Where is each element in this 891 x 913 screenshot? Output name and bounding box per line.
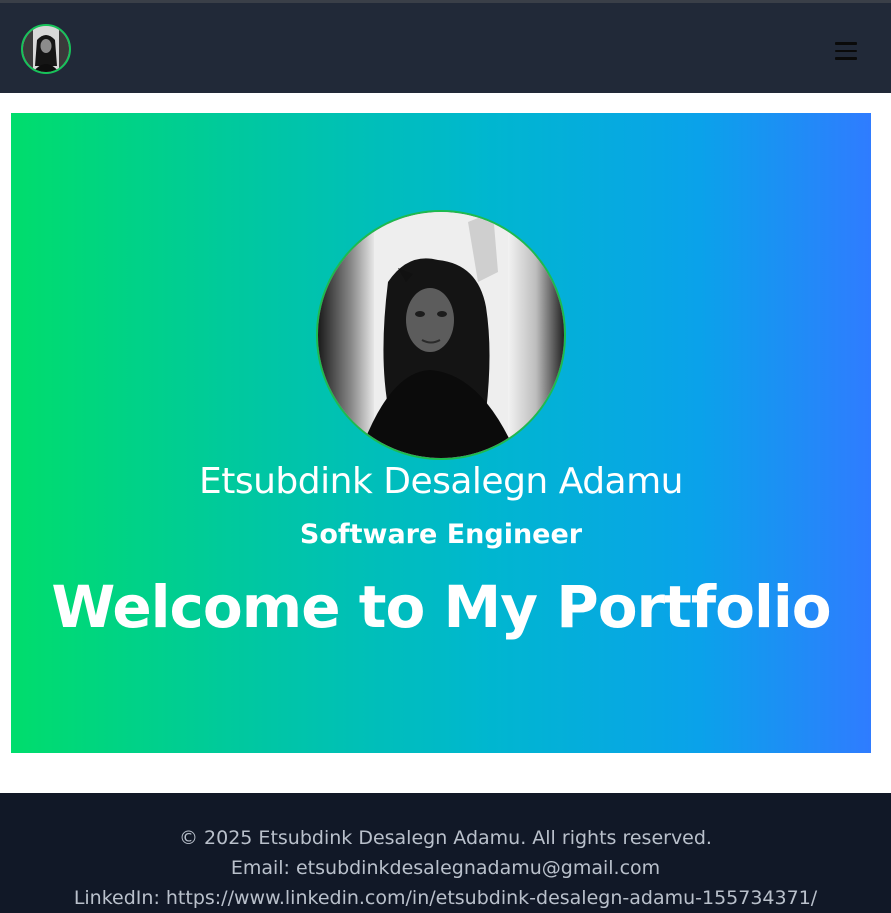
footer: © 2025 Etsubdink Desalegn Adamu. All rig… (0, 793, 891, 913)
footer-email[interactable]: Email: etsubdinkdesalegnadamu@gmail.com (0, 857, 891, 879)
footer-linkedin[interactable]: LinkedIn: https://www.linkedin.com/in/et… (0, 887, 891, 909)
footer-copyright: © 2025 Etsubdink Desalegn Adamu. All rig… (179, 827, 712, 849)
hero-role: Software Engineer (299, 519, 583, 550)
profile-photo-icon (318, 212, 564, 458)
navbar (0, 0, 891, 93)
hero-section: Etsubdink Desalegn Adamu Software Engine… (11, 113, 871, 753)
profile-photo-icon (23, 26, 69, 72)
profile-photo (316, 210, 566, 460)
hamburger-menu-icon[interactable] (830, 37, 862, 65)
nav-avatar[interactable] (21, 24, 71, 74)
hero-welcome-heading: Welcome to My Portfolio (51, 573, 831, 641)
hero-name: Etsubdink Desalegn Adamu (199, 461, 683, 502)
